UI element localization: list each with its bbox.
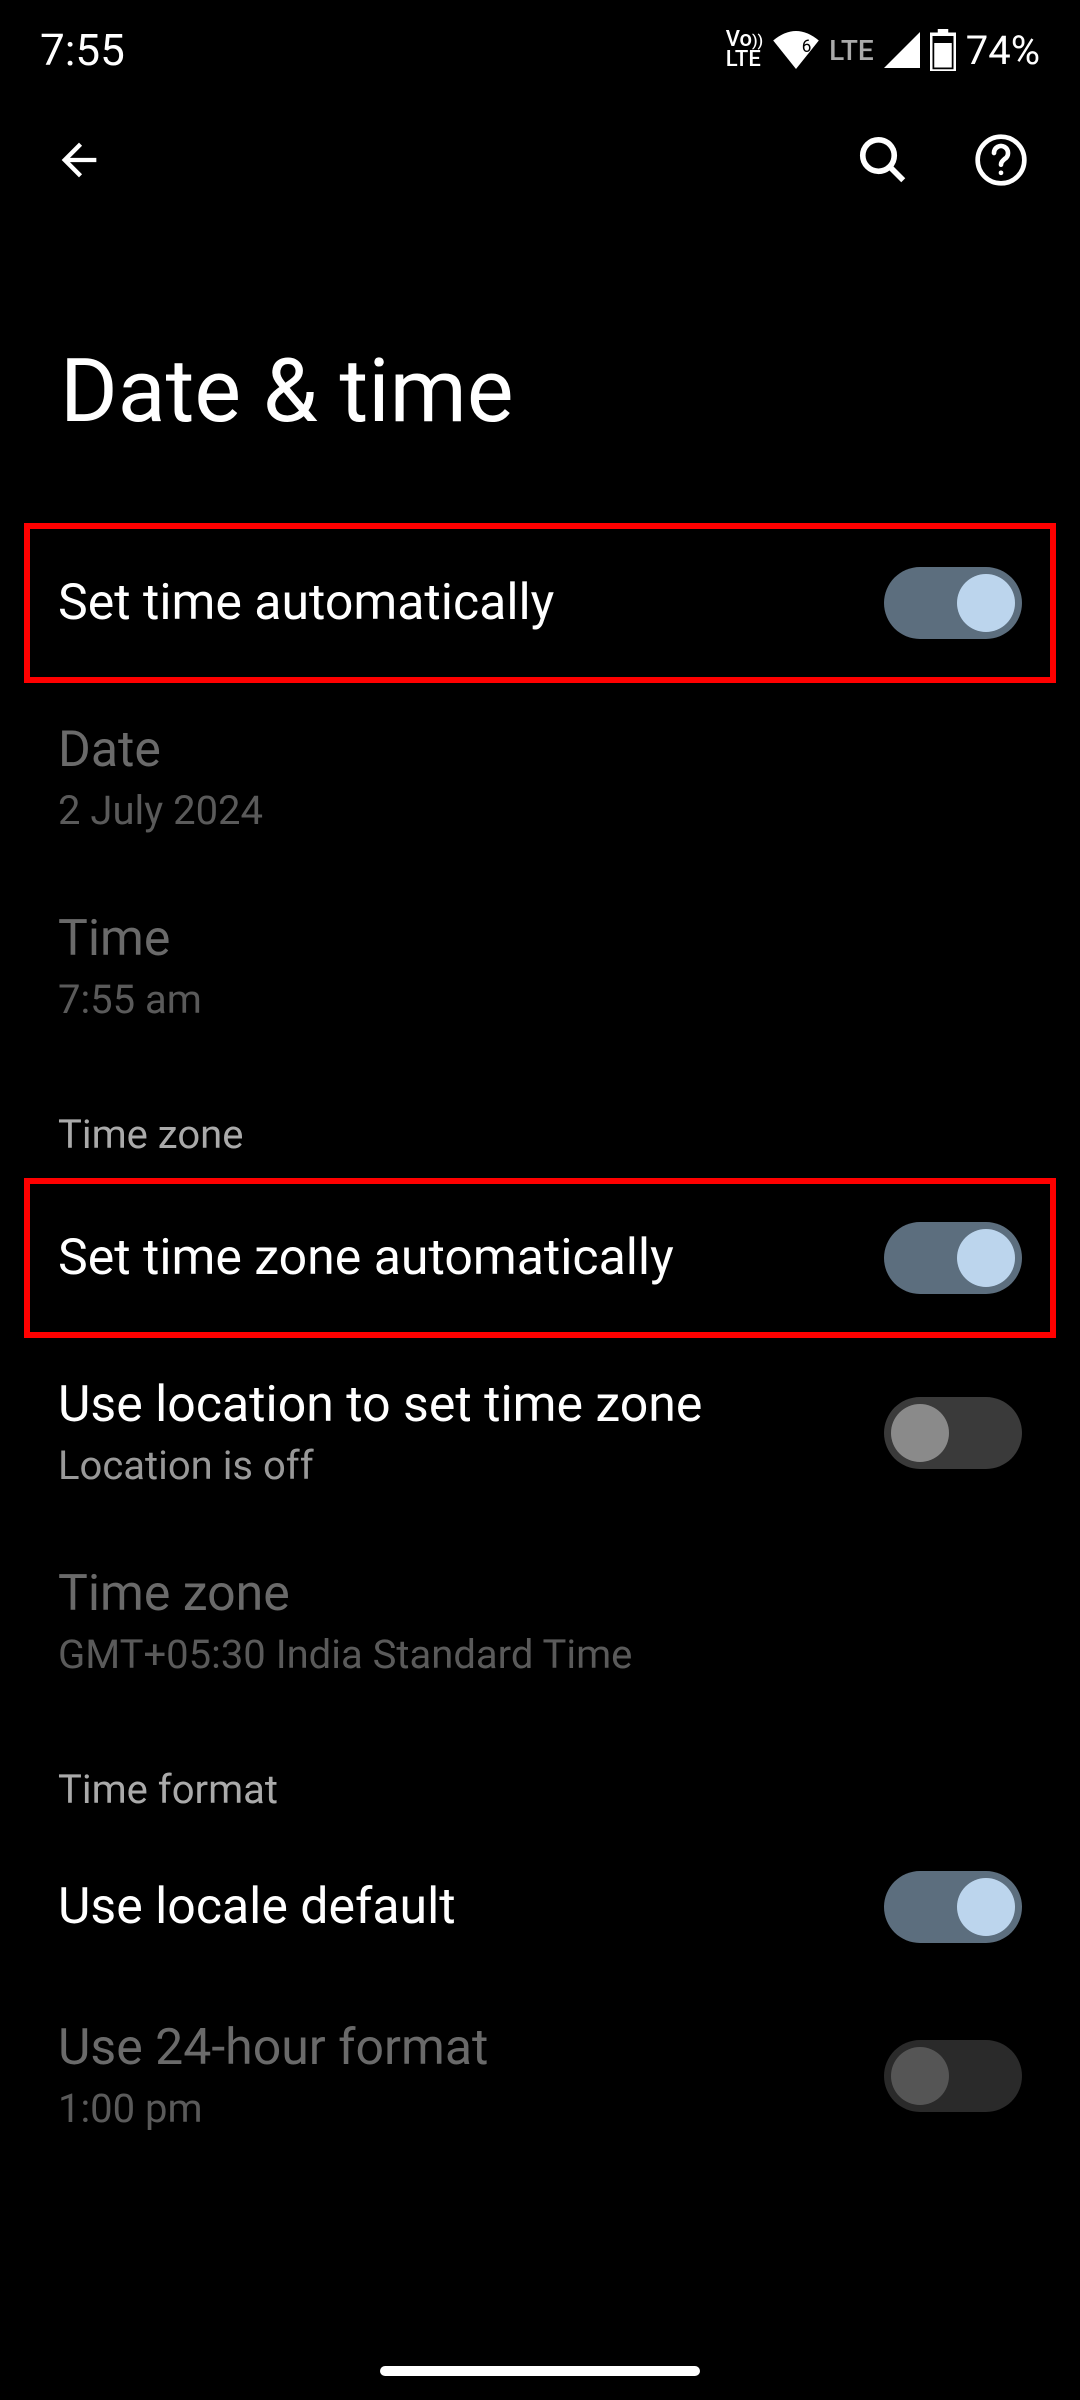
navigation-bar-indicator[interactable]: [380, 2366, 700, 2376]
set-timezone-automatically-row[interactable]: Set time zone automatically: [24, 1178, 1056, 1338]
search-button[interactable]: [854, 131, 912, 189]
set-time-auto-toggle[interactable]: [884, 567, 1022, 639]
time-value: 7:55 am: [58, 976, 202, 1023]
back-button[interactable]: [50, 131, 108, 189]
use-24h-toggle: [884, 2040, 1022, 2112]
date-row: Date 2 July 2024: [30, 683, 1050, 872]
signal-icon: [884, 32, 920, 68]
use-24h-sub: 1:00 pm: [58, 2085, 488, 2132]
use-24h-label: Use 24-hour format: [58, 2019, 488, 2077]
wifi-icon: 6: [773, 31, 819, 69]
svg-text:6: 6: [802, 37, 812, 57]
battery-icon: [930, 29, 956, 71]
timezone-section-header: Time zone: [30, 1061, 1050, 1178]
time-row: Time 7:55 am: [30, 872, 1050, 1061]
search-icon: [856, 133, 910, 187]
use-locale-default-row[interactable]: Use locale default: [30, 1833, 1050, 1981]
set-time-auto-label: Set time automatically: [58, 574, 554, 632]
timezone-label: Time zone: [58, 1565, 632, 1623]
set-time-automatically-row[interactable]: Set time automatically: [24, 523, 1056, 683]
arrow-back-icon: [53, 134, 105, 186]
status-bar: 7:55 Vo)) LTE 6 LTE 74%: [0, 0, 1080, 90]
use-location-toggle[interactable]: [884, 1397, 1022, 1469]
use-24h-row: Use 24-hour format 1:00 pm: [30, 1981, 1050, 2170]
battery-percentage: 74%: [966, 27, 1040, 74]
help-icon: [973, 132, 1029, 188]
timezone-row: Time zone GMT+05:30 India Standard Time: [30, 1527, 1050, 1716]
volte-icon: Vo)) LTE: [726, 30, 763, 70]
use-location-sub: Location is off: [58, 1442, 702, 1489]
status-icons: Vo)) LTE 6 LTE 74%: [726, 27, 1040, 74]
timeformat-section-header: Time format: [30, 1716, 1050, 1833]
timezone-value: GMT+05:30 India Standard Time: [58, 1631, 632, 1678]
settings-list: Set time automatically Date 2 July 2024 …: [0, 523, 1080, 2170]
use-locale-label: Use locale default: [58, 1878, 456, 1936]
use-location-label: Use location to set time zone: [58, 1376, 702, 1434]
app-bar: [0, 90, 1080, 220]
time-label: Time: [58, 910, 202, 968]
page-title: Date & time: [0, 220, 1080, 523]
set-tz-auto-toggle[interactable]: [884, 1222, 1022, 1294]
set-tz-auto-label: Set time zone automatically: [58, 1229, 674, 1287]
date-label: Date: [58, 721, 263, 779]
status-clock: 7:55: [40, 24, 125, 76]
help-button[interactable]: [972, 131, 1030, 189]
use-locale-toggle[interactable]: [884, 1871, 1022, 1943]
use-location-row[interactable]: Use location to set time zone Location i…: [30, 1338, 1050, 1527]
date-value: 2 July 2024: [58, 787, 263, 834]
lte-indicator: LTE: [829, 34, 874, 67]
